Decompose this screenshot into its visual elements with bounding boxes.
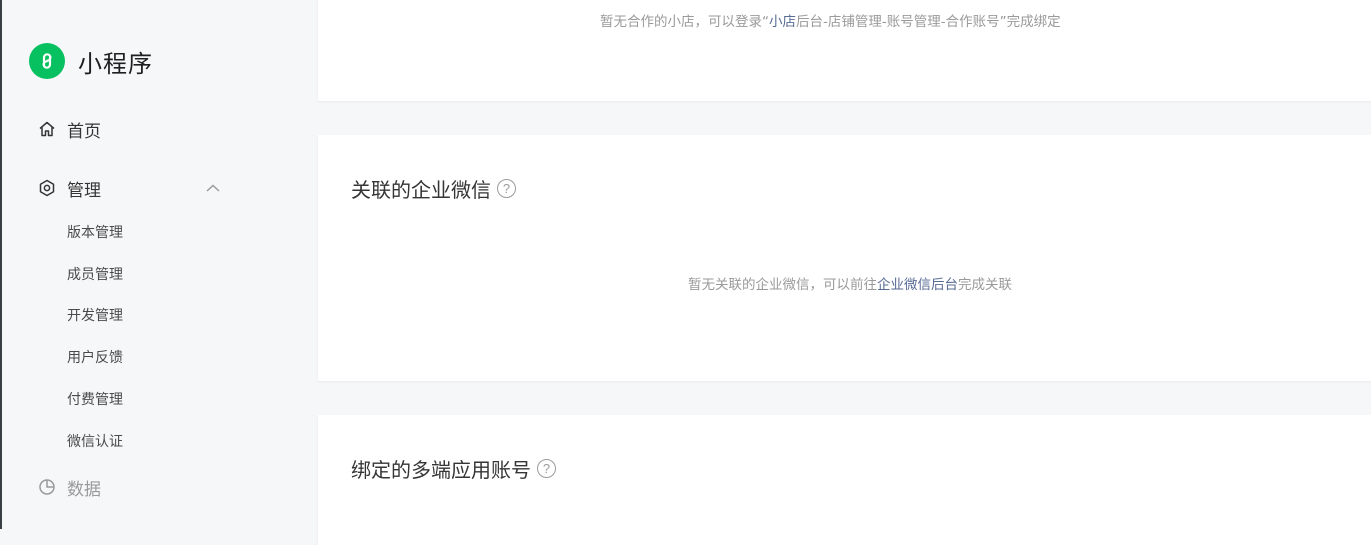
sidebar-item-data[interactable]: 数据: [38, 475, 101, 500]
work-wechat-backend-link[interactable]: 企业微信后台: [877, 277, 958, 293]
sidebar-item-home[interactable]: 首页: [38, 117, 101, 142]
sidebar-item-label: 首页: [67, 121, 101, 142]
shop-backend-link[interactable]: 小店: [769, 14, 796, 30]
shop-partner-card: 暂无合作的小店，可以登录“小店后台-店铺管理-账号管理-合作账号”完成绑定: [318, 0, 1371, 101]
work-wechat-empty-tip: 暂无关联的企业微信，可以前往企业微信后台完成关联: [688, 273, 1012, 293]
home-icon: [38, 120, 56, 138]
sidebar-subitem-members[interactable]: 成员管理: [67, 265, 123, 285]
work-wechat-tip-prefix: 暂无关联的企业微信，可以前往: [688, 277, 877, 293]
card-title: 关联的企业微信: [351, 178, 491, 202]
sidebar-subitem-development[interactable]: 开发管理: [67, 306, 123, 326]
brand[interactable]: 小程序: [29, 43, 153, 79]
pie-chart-icon: [38, 478, 56, 496]
sidebar-subitem-payment[interactable]: 付费管理: [67, 390, 123, 410]
chevron-up-icon[interactable]: [204, 180, 222, 194]
card-title: 绑定的多端应用账号: [351, 458, 531, 482]
multi-app-card: 绑定的多端应用账号 ?: [318, 415, 1371, 545]
question-circle-icon[interactable]: ?: [537, 459, 556, 478]
sidebar-subitem-verification[interactable]: 微信认证: [67, 432, 123, 452]
multi-app-title-row: 绑定的多端应用账号 ?: [351, 454, 556, 483]
sidebar-item-label: 数据: [67, 479, 101, 500]
shop-tip-prefix: 暂无合作的小店，可以登录“: [600, 14, 769, 30]
mini-program-logo-icon: [29, 43, 65, 79]
shop-empty-tip: 暂无合作的小店，可以登录“小店后台-店铺管理-账号管理-合作账号”完成绑定: [600, 10, 1061, 30]
sidebar-item-manage[interactable]: 管理: [38, 176, 101, 201]
sidebar-subitem-version[interactable]: 版本管理: [67, 223, 123, 243]
question-circle-icon[interactable]: ?: [497, 179, 516, 198]
brand-name: 小程序: [78, 49, 153, 78]
work-wechat-card: 关联的企业微信 ? 暂无关联的企业微信，可以前往企业微信后台完成关联: [318, 135, 1371, 381]
shop-tip-suffix: 后台-店铺管理-账号管理-合作账号”完成绑定: [796, 14, 1061, 30]
sidebar-item-label: 管理: [67, 180, 101, 201]
sidebar: 小程序 首页 管理 版本管理 成员管理 开发管理 用户反馈 付费管理 微信认证: [2, 0, 302, 529]
sidebar-subitem-feedback[interactable]: 用户反馈: [67, 348, 123, 368]
work-wechat-title-row: 关联的企业微信 ?: [351, 174, 516, 203]
settings-icon: [38, 179, 56, 197]
work-wechat-tip-suffix: 完成关联: [958, 277, 1012, 293]
